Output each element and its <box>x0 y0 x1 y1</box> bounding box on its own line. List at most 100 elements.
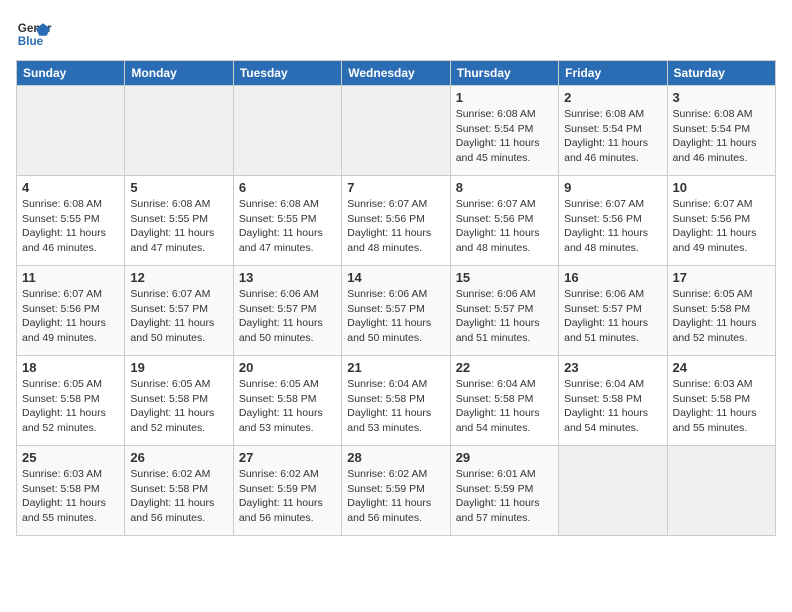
header: General Blue <box>16 16 776 52</box>
day-number: 13 <box>239 270 336 285</box>
calendar-cell: 19 Sunrise: 6:05 AMSunset: 5:58 PMDayligh… <box>125 356 233 446</box>
calendar-week-row: 11 Sunrise: 6:07 AMSunset: 5:56 PMDayligh… <box>17 266 776 356</box>
calendar-cell <box>667 446 775 536</box>
calendar-cell: 27Sunrise: 6:02 AMSunset: 5:59 PMDayligh… <box>233 446 341 536</box>
calendar-header-row: Sunday Monday Tuesday Wednesday Thursday… <box>17 61 776 86</box>
day-number: 19 <box>130 360 227 375</box>
day-info: Sunrise: 6:04 AMSunset: 5:58 PMDaylight:… <box>456 377 553 436</box>
day-info: Sunrise: 6:02 AMSunset: 5:58 PMDaylight:… <box>130 467 227 526</box>
calendar-cell: 16Sunrise: 6:06 AMSunset: 5:57 PMDayligh… <box>559 266 667 356</box>
day-number: 22 <box>456 360 553 375</box>
day-info: Sunrise: 6:07 AMSunset: 5:56 PMDaylight:… <box>347 197 444 256</box>
calendar-cell: 28 Sunrise: 6:02 AMSunset: 5:59 PMDayligh… <box>342 446 450 536</box>
day-number: 4 <box>22 180 119 195</box>
day-number: 6 <box>239 180 336 195</box>
day-number: 26 <box>130 450 227 465</box>
logo: General Blue <box>16 16 52 52</box>
day-number: 25 <box>22 450 119 465</box>
calendar-week-row: 18 Sunrise: 6:05 AMSunset: 5:58 PMDayligh… <box>17 356 776 446</box>
day-number: 7 <box>347 180 444 195</box>
day-number: 5 <box>130 180 227 195</box>
day-info: Sunrise: 6:07 AMSunset: 5:56 PMDaylight:… <box>673 197 770 256</box>
calendar-cell: 4Sunrise: 6:08 AMSunset: 5:55 PMDaylight… <box>17 176 125 266</box>
day-info: Sunrise: 6:03 AMSunset: 5:58 PMDaylight:… <box>673 377 770 436</box>
calendar-cell: 29 Sunrise: 6:01 AMSunset: 5:59 PMDayligh… <box>450 446 558 536</box>
day-number: 20 <box>239 360 336 375</box>
calendar-cell: 13 Sunrise: 6:06 AMSunset: 5:57 PMDayligh… <box>233 266 341 356</box>
day-info: Sunrise: 6:05 AMSunset: 5:58 PMDaylight:… <box>239 377 336 436</box>
header-sunday: Sunday <box>17 61 125 86</box>
calendar-week-row: 4 Sunrise: 6:08 AMSunset: 5:55 PMDaylight… <box>17 176 776 266</box>
day-info: Sunrise: 6:07 AMSunset: 5:56 PMDaylight:… <box>22 287 119 346</box>
header-tuesday: Tuesday <box>233 61 341 86</box>
day-number: 2 <box>564 90 661 105</box>
day-info: Sunrise: 6:05 AMSunset: 5:58 PMDaylight:… <box>22 377 119 436</box>
day-number: 8 <box>456 180 553 195</box>
day-info: Sunrise: 6:07 AMSunset: 5:57 PMDaylight:… <box>130 287 227 346</box>
calendar-table: Sunday Monday Tuesday Wednesday Thursday… <box>16 60 776 536</box>
header-monday: Monday <box>125 61 233 86</box>
calendar-cell: 24 Sunrise: 6:03 AMSunset: 5:58 PMDayligh… <box>667 356 775 446</box>
calendar-cell: 17 Sunrise: 6:05 AMSunset: 5:58 PMDayligh… <box>667 266 775 356</box>
day-info: Sunrise: 6:08 AMSunset: 5:55 PMDaylight:… <box>239 197 336 256</box>
day-info: Sunrise: 6:04 AMSunset: 5:58 PMDaylight:… <box>347 377 444 436</box>
calendar-cell: 12 Sunrise: 6:07 AMSunset: 5:57 PMDayligh… <box>125 266 233 356</box>
calendar-cell: 2Sunrise: 6:08 AMSunset: 5:54 PMDaylight… <box>559 86 667 176</box>
calendar-cell: 20 Sunrise: 6:05 AMSunset: 5:58 PMDayligh… <box>233 356 341 446</box>
calendar-cell: 8 Sunrise: 6:07 AMSunset: 5:56 PMDaylight… <box>450 176 558 266</box>
calendar-week-row: 25 Sunrise: 6:03 AMSunset: 5:58 PMDayligh… <box>17 446 776 536</box>
svg-text:Blue: Blue <box>18 35 44 48</box>
day-info: Sunrise: 6:08 AMSunset: 5:55 PMDaylight:… <box>130 197 227 256</box>
day-info: Sunrise: 6:08 AMSunset: 5:54 PMDaylight:… <box>456 107 553 166</box>
day-info: Sunrise: 6:06 AMSunset: 5:57 PMDaylight:… <box>239 287 336 346</box>
day-number: 14 <box>347 270 444 285</box>
day-info: Sunrise: 6:03 AMSunset: 5:58 PMDaylight:… <box>22 467 119 526</box>
day-info: Sunrise: 6:05 AMSunset: 5:58 PMDaylight:… <box>673 287 770 346</box>
calendar-cell <box>342 86 450 176</box>
calendar-cell: 1 Sunrise: 6:08 AMSunset: 5:54 PMDaylight… <box>450 86 558 176</box>
day-info: Sunrise: 6:05 AMSunset: 5:58 PMDaylight:… <box>130 377 227 436</box>
day-number: 3 <box>673 90 770 105</box>
day-number: 1 <box>456 90 553 105</box>
calendar-cell: 6 Sunrise: 6:08 AMSunset: 5:55 PMDaylight… <box>233 176 341 266</box>
day-info: Sunrise: 6:07 AMSunset: 5:56 PMDaylight:… <box>456 197 553 256</box>
day-number: 18 <box>22 360 119 375</box>
calendar-cell: 9 Sunrise: 6:07 AMSunset: 5:56 PMDaylight… <box>559 176 667 266</box>
calendar-cell: 14 Sunrise: 6:06 AMSunset: 5:57 PMDayligh… <box>342 266 450 356</box>
day-number: 27 <box>239 450 336 465</box>
day-info: Sunrise: 6:07 AMSunset: 5:56 PMDaylight:… <box>564 197 661 256</box>
header-friday: Friday <box>559 61 667 86</box>
day-info: Sunrise: 6:01 AMSunset: 5:59 PMDaylight:… <box>456 467 553 526</box>
day-number: 10 <box>673 180 770 195</box>
header-saturday: Saturday <box>667 61 775 86</box>
day-number: 23 <box>564 360 661 375</box>
day-number: 9 <box>564 180 661 195</box>
calendar-cell: 10 Sunrise: 6:07 AMSunset: 5:56 PMDayligh… <box>667 176 775 266</box>
day-number: 24 <box>673 360 770 375</box>
logo-icon: General Blue <box>16 16 52 52</box>
header-wednesday: Wednesday <box>342 61 450 86</box>
day-number: 21 <box>347 360 444 375</box>
day-number: 17 <box>673 270 770 285</box>
calendar-week-row: 1 Sunrise: 6:08 AMSunset: 5:54 PMDaylight… <box>17 86 776 176</box>
day-info: Sunrise: 6:06 AMSunset: 5:57 PMDaylight:… <box>456 287 553 346</box>
day-number: 29 <box>456 450 553 465</box>
calendar-cell: 5 Sunrise: 6:08 AMSunset: 5:55 PMDaylight… <box>125 176 233 266</box>
calendar-cell <box>125 86 233 176</box>
calendar-cell: 23 Sunrise: 6:04 AMSunset: 5:58 PMDayligh… <box>559 356 667 446</box>
calendar-cell <box>17 86 125 176</box>
day-info: Sunrise: 6:02 AMSunset: 5:59 PMDaylight:… <box>347 467 444 526</box>
calendar-cell: 15Sunrise: 6:06 AMSunset: 5:57 PMDayligh… <box>450 266 558 356</box>
calendar-cell: 26 Sunrise: 6:02 AMSunset: 5:58 PMDayligh… <box>125 446 233 536</box>
calendar-cell: 22 Sunrise: 6:04 AMSunset: 5:58 PMDayligh… <box>450 356 558 446</box>
day-info: Sunrise: 6:04 AMSunset: 5:58 PMDaylight:… <box>564 377 661 436</box>
header-thursday: Thursday <box>450 61 558 86</box>
day-info: Sunrise: 6:06 AMSunset: 5:57 PMDaylight:… <box>564 287 661 346</box>
calendar-cell <box>559 446 667 536</box>
day-number: 12 <box>130 270 227 285</box>
day-number: 28 <box>347 450 444 465</box>
day-number: 11 <box>22 270 119 285</box>
day-info: Sunrise: 6:08 AMSunset: 5:54 PMDaylight:… <box>673 107 770 166</box>
day-info: Sunrise: 6:06 AMSunset: 5:57 PMDaylight:… <box>347 287 444 346</box>
calendar-cell: 21 Sunrise: 6:04 AMSunset: 5:58 PMDayligh… <box>342 356 450 446</box>
